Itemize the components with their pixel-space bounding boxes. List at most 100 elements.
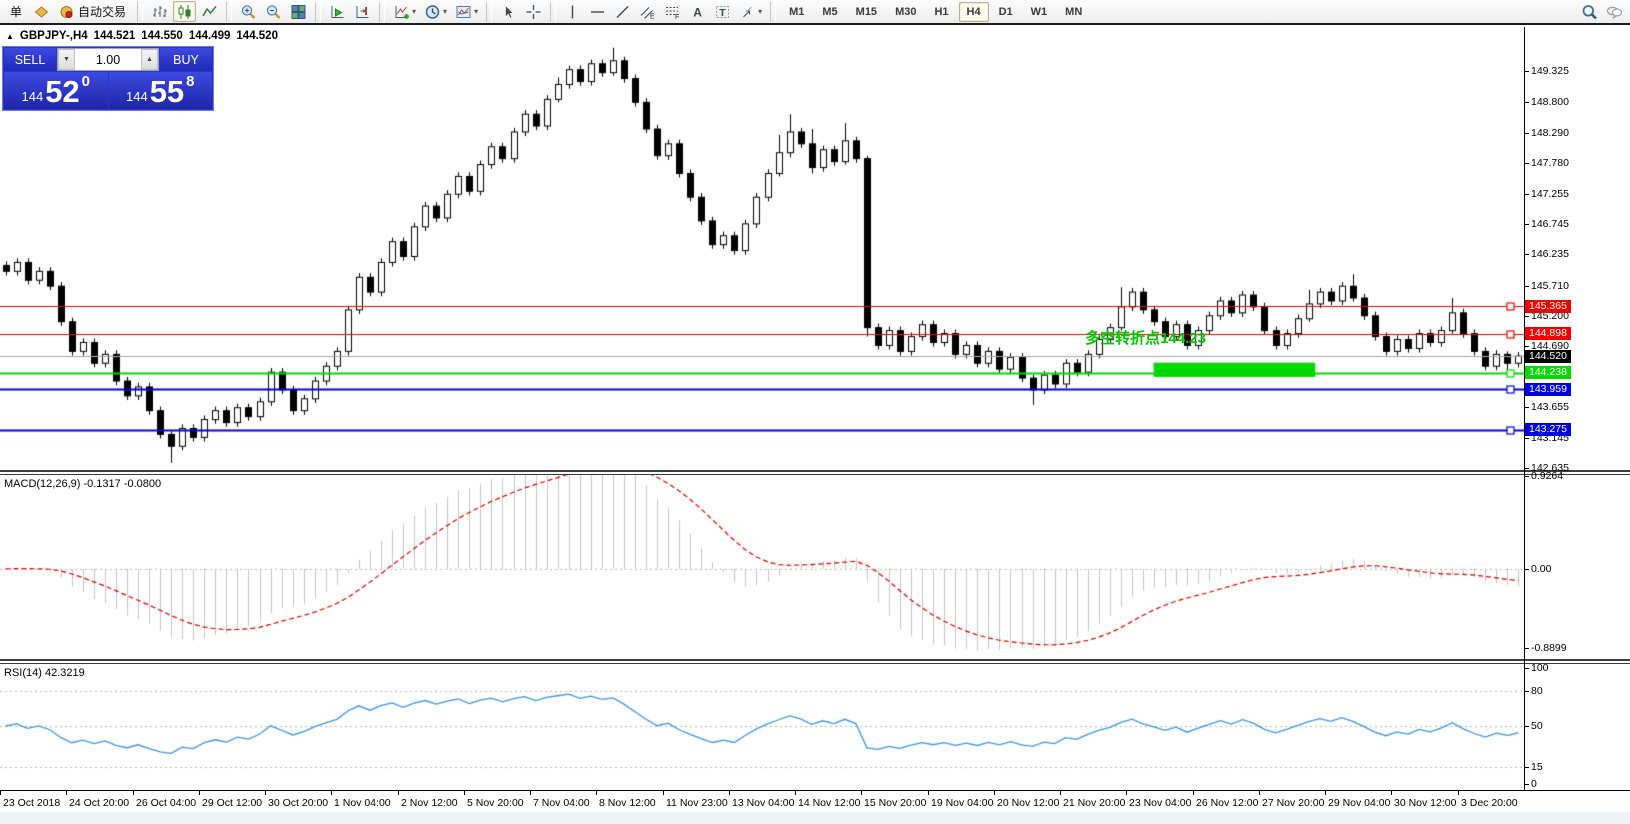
line-chart-icon[interactable] bbox=[198, 1, 221, 22]
timeframe-m1-button[interactable]: M1 bbox=[781, 2, 812, 22]
zoom-out-icon[interactable] bbox=[262, 1, 285, 22]
chat-icon[interactable] bbox=[1603, 1, 1626, 22]
time-tick bbox=[1060, 791, 1061, 795]
time-tick bbox=[861, 791, 862, 795]
timeframe-mn-button[interactable]: MN bbox=[1057, 2, 1090, 22]
autotrading-button[interactable]: 自动交易 bbox=[55, 1, 132, 22]
new-order-button[interactable]: 单 bbox=[4, 1, 28, 22]
chart-shift-icon[interactable] bbox=[351, 1, 374, 22]
indicators-icon[interactable]: ▾ bbox=[390, 1, 419, 22]
time-label: 27 Nov 20:00 bbox=[1262, 797, 1324, 809]
time-tick bbox=[199, 791, 200, 795]
rsi-pane: RSI(14) 42.3219 bbox=[0, 664, 1630, 790]
volume-increase-button[interactable]: ▲ bbox=[141, 49, 158, 70]
sell-price[interactable]: 144 52 0 bbox=[4, 72, 108, 109]
timeframe-h4-button[interactable]: H4 bbox=[959, 2, 989, 22]
toolbar-separator bbox=[770, 2, 776, 22]
zoom-in-icon[interactable] bbox=[237, 1, 260, 22]
time-tick bbox=[1259, 791, 1260, 795]
time-label: 8 Nov 12:00 bbox=[599, 797, 656, 809]
one-click-trade-panel: SELL ▼ ▲ BUY 144 52 0 144 55 8 bbox=[2, 46, 214, 111]
time-tick bbox=[663, 791, 664, 795]
volume-input[interactable] bbox=[75, 49, 141, 70]
quote-open: 144.521 bbox=[94, 30, 136, 42]
bottom-strip bbox=[0, 812, 1630, 824]
timeframe-m30-button[interactable]: M30 bbox=[887, 2, 924, 22]
cursor-icon[interactable] bbox=[497, 1, 520, 22]
crosshair-icon[interactable] bbox=[522, 1, 545, 22]
timeframe-m5-button[interactable]: M5 bbox=[814, 2, 845, 22]
main-chart-pane: ▲ GBPJPY-,H4 144.521 144.550 144.499 144… bbox=[0, 27, 1630, 470]
equidistant-channel-icon[interactable]: E bbox=[636, 1, 659, 22]
rsi-canvas[interactable] bbox=[0, 664, 1524, 790]
text-label-icon[interactable]: T bbox=[711, 1, 734, 22]
macd-canvas[interactable] bbox=[0, 475, 1524, 659]
price-tick: 143.655 bbox=[1531, 402, 1569, 413]
buy-price[interactable]: 144 55 8 bbox=[109, 72, 213, 109]
time-label: 24 Oct 20:00 bbox=[69, 797, 129, 809]
pivot-annotation: 多空转折点144.23 bbox=[1085, 327, 1206, 348]
tile-windows-icon[interactable] bbox=[287, 1, 310, 22]
pivot-green-price-chip: 144.238 bbox=[1525, 366, 1571, 379]
main-chart-canvas[interactable] bbox=[0, 27, 1524, 470]
svg-text:F: F bbox=[675, 14, 679, 20]
time-tick bbox=[729, 791, 730, 795]
rsi-tick: 0 bbox=[1531, 779, 1537, 790]
periods-icon[interactable]: ▾ bbox=[421, 1, 450, 22]
timeframe-h1-button[interactable]: H1 bbox=[926, 2, 956, 22]
rsi-tick: 100 bbox=[1531, 663, 1549, 674]
rsi-tick: 80 bbox=[1531, 686, 1543, 697]
time-tick bbox=[1325, 791, 1326, 795]
search-icon[interactable] bbox=[1578, 1, 1601, 22]
toolbar-separator bbox=[486, 2, 492, 22]
price-tick: 145.710 bbox=[1531, 281, 1569, 292]
timeframe-d1-button[interactable]: D1 bbox=[991, 2, 1021, 22]
time-tick bbox=[265, 791, 266, 795]
timeframe-m15-button[interactable]: M15 bbox=[848, 2, 885, 22]
time-tick bbox=[66, 791, 67, 795]
trendline-icon[interactable] bbox=[611, 1, 634, 22]
time-label: 15 Nov 20:00 bbox=[864, 797, 926, 809]
templates-icon[interactable]: ▾ bbox=[452, 1, 481, 22]
rsi-tick: 50 bbox=[1531, 721, 1543, 732]
time-axis[interactable]: 23 Oct 201824 Oct 20:0026 Oct 04:0029 Oc… bbox=[0, 790, 1630, 812]
time-label: 29 Nov 04:00 bbox=[1328, 797, 1390, 809]
price-tick: 146.745 bbox=[1531, 219, 1569, 230]
price-tick: 147.780 bbox=[1531, 158, 1569, 169]
bar-chart-icon[interactable] bbox=[148, 1, 171, 22]
time-label: 26 Oct 04:00 bbox=[136, 797, 196, 809]
auto-scroll-icon[interactable] bbox=[326, 1, 349, 22]
time-label: 13 Nov 04:00 bbox=[732, 797, 794, 809]
volume-decrease-button[interactable]: ▼ bbox=[58, 49, 75, 70]
quote-close: 144.520 bbox=[236, 30, 278, 42]
price-tick: 147.255 bbox=[1531, 189, 1569, 200]
buy-button[interactable]: BUY bbox=[160, 48, 212, 71]
autotrading-icon bbox=[58, 4, 75, 20]
candlestick-chart-icon[interactable] bbox=[173, 1, 196, 22]
mail-icon[interactable] bbox=[30, 1, 53, 22]
time-label: 30 Oct 20:00 bbox=[268, 797, 328, 809]
timeframe-w1-button[interactable]: W1 bbox=[1023, 2, 1056, 22]
text-icon[interactable]: A bbox=[686, 1, 709, 22]
price-tick: 149.325 bbox=[1531, 66, 1569, 77]
toolbar-separator bbox=[137, 2, 143, 22]
arrows-icon[interactable]: ▾ bbox=[736, 1, 765, 22]
time-label: 14 Nov 12:00 bbox=[798, 797, 860, 809]
fibonacci-icon[interactable]: F bbox=[661, 1, 684, 22]
time-tick bbox=[331, 791, 332, 795]
price-tick: 146.235 bbox=[1531, 249, 1569, 260]
resistance-2-price-chip: 144.898 bbox=[1525, 327, 1571, 340]
time-label: 29 Oct 12:00 bbox=[202, 797, 262, 809]
time-tick bbox=[1193, 791, 1194, 795]
horizontal-line-icon[interactable] bbox=[586, 1, 609, 22]
time-label: 3 Dec 20:00 bbox=[1461, 797, 1518, 809]
time-tick bbox=[596, 791, 597, 795]
quote-low: 144.499 bbox=[189, 30, 231, 42]
collapse-quote-icon[interactable]: ▲ bbox=[6, 32, 14, 41]
time-label: 26 Nov 12:00 bbox=[1196, 797, 1258, 809]
time-tick bbox=[530, 791, 531, 795]
symbol-bar: ▲ GBPJPY-,H4 144.521 144.550 144.499 144… bbox=[6, 30, 278, 42]
sell-button[interactable]: SELL bbox=[4, 48, 56, 71]
vertical-line-icon[interactable] bbox=[561, 1, 584, 22]
time-label: 30 Nov 12:00 bbox=[1394, 797, 1456, 809]
